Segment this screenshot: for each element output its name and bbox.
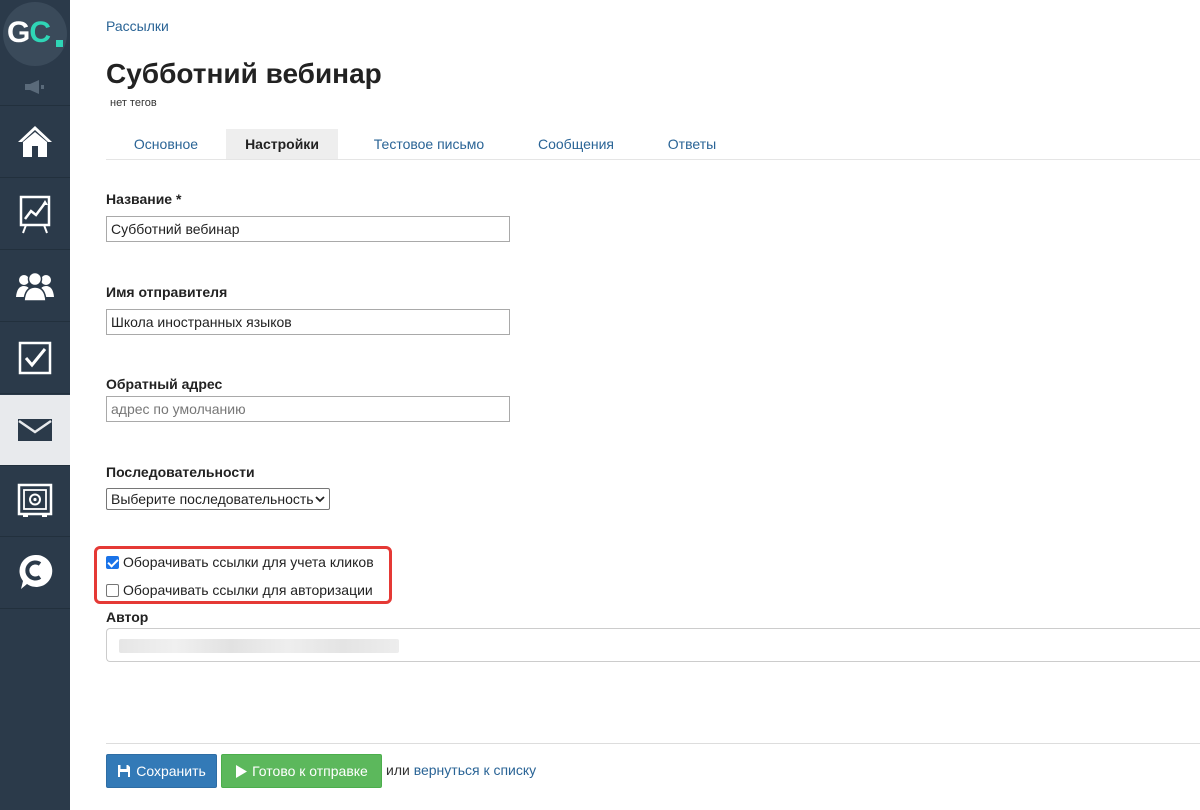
wrap-auth-label: Оборачивать ссылки для авторизации: [123, 582, 373, 598]
floppy-disk-icon: [118, 765, 131, 777]
sequences-label: Последовательности: [106, 464, 255, 480]
or-text: или: [386, 762, 410, 778]
wrap-auth-checkbox[interactable]: [106, 583, 119, 597]
sender-name-input[interactable]: [106, 309, 510, 335]
safe-icon: [17, 483, 53, 517]
reply-address-input[interactable]: [106, 396, 510, 422]
name-input[interactable]: [106, 216, 510, 242]
save-button-label: Сохранить: [136, 763, 206, 779]
tab-replies[interactable]: Ответы: [652, 129, 732, 159]
sidebar-item-statistics[interactable]: [0, 179, 70, 250]
tab-main[interactable]: Основное: [106, 129, 226, 159]
users-icon: [16, 271, 54, 302]
tab-test-email[interactable]: Тестовое письмо: [356, 129, 502, 159]
footer-divider: [106, 743, 1200, 744]
wrap-clicks-checkbox-row[interactable]: Оборачивать ссылки для учета кликов: [106, 554, 374, 570]
author-select[interactable]: [106, 628, 1200, 662]
sidebar-item-chat[interactable]: [0, 538, 70, 609]
back-to-list-link[interactable]: вернуться к списку: [414, 762, 536, 778]
page-title: Субботний вебинар: [106, 58, 382, 89]
tasks-icon: [18, 341, 52, 375]
chat-icon: [19, 554, 53, 589]
tab-messages[interactable]: Сообщения: [518, 129, 634, 159]
sidebar-item-mailings[interactable]: [0, 395, 70, 466]
wrap-clicks-checkbox[interactable]: [106, 555, 119, 569]
breadcrumb-mailings[interactable]: Рассылки: [106, 18, 169, 34]
logo[interactable]: GC: [0, 0, 70, 68]
wrap-clicks-label: Оборачивать ссылки для учета кликов: [123, 554, 374, 570]
logo-text: GC: [7, 16, 51, 49]
footer-text: или вернуться к списку: [386, 762, 536, 778]
wrap-auth-checkbox-row[interactable]: Оборачивать ссылки для авторизации: [106, 582, 373, 598]
author-label: Автор: [106, 609, 149, 625]
sequences-select-value: Выберите последовательность: [111, 491, 314, 507]
announcement-button[interactable]: [0, 68, 70, 106]
sender-name-label: Имя отправителя: [106, 284, 228, 300]
reply-address-label: Обратный адрес: [106, 376, 223, 392]
tags-label: нет тегов: [110, 97, 157, 109]
sequences-select[interactable]: Выберите последовательность: [106, 488, 330, 510]
play-icon: [236, 764, 248, 778]
chart-icon: [19, 195, 51, 234]
chevron-down-icon: [315, 496, 325, 503]
name-label: Название *: [106, 191, 182, 207]
ready-to-send-label: Готово к отправке: [252, 763, 368, 779]
tab-settings[interactable]: Настройки: [226, 129, 338, 159]
sidebar-item-sales[interactable]: [0, 466, 70, 537]
logo-dot: [56, 40, 63, 47]
save-button[interactable]: Сохранить: [106, 754, 217, 788]
author-value-blurred: [119, 639, 399, 653]
sidebar: GC: [0, 0, 70, 810]
ready-to-send-button[interactable]: Готово к отправке: [221, 754, 382, 788]
sidebar-item-home[interactable]: [0, 107, 70, 178]
sidebar-item-tasks[interactable]: [0, 323, 70, 394]
mail-icon: [18, 419, 52, 441]
home-icon: [18, 126, 52, 157]
sidebar-item-users[interactable]: [0, 251, 70, 322]
main-content: Рассылки Субботний вебинар нет тегов Осн…: [70, 0, 1200, 810]
tab-bar: Основное Настройки Тестовое письмо Сообщ…: [106, 129, 1200, 160]
megaphone-icon: [25, 79, 44, 94]
